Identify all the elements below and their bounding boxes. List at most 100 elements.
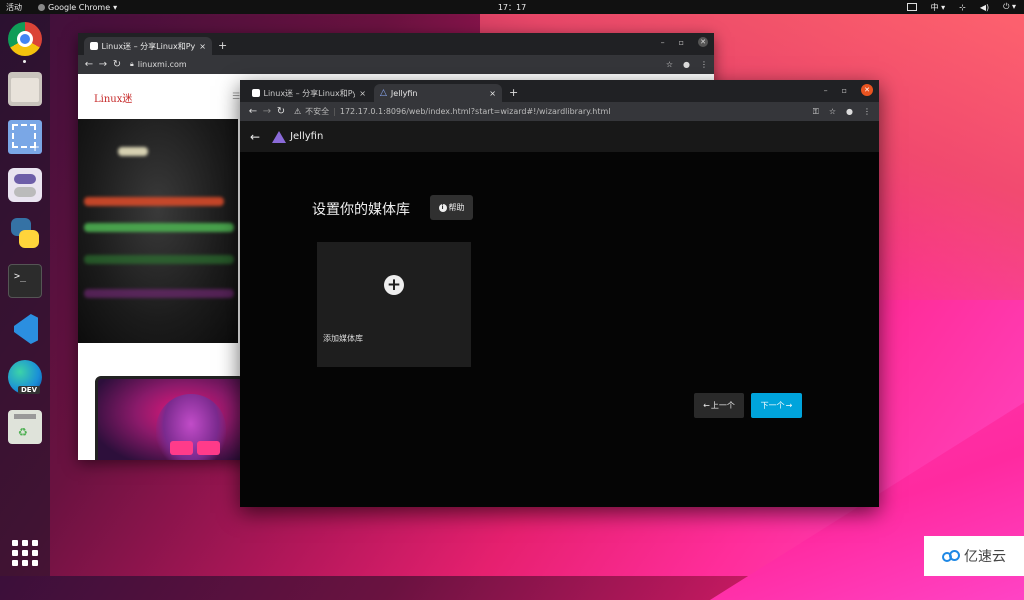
tab-strip: Linux迷 – 分享Linux和Pyt × △ Jellyfin × + – … xyxy=(240,80,879,102)
tab-label: Linux迷 – 分享Linux和Pyt xyxy=(101,41,196,51)
new-tab-button[interactable]: + xyxy=(218,39,227,52)
tab-label: Linux迷 – 分享Linux和Pyt xyxy=(263,88,356,98)
app-menu-label: Google Chrome xyxy=(48,2,111,12)
chrome-icon[interactable] xyxy=(8,22,42,56)
forward-arrow-icon[interactable]: → xyxy=(96,59,110,70)
menu-icon[interactable]: ⋮ xyxy=(700,60,708,69)
new-tab-button[interactable]: + xyxy=(509,86,518,99)
jellyfin-favicon-icon: △ xyxy=(380,88,387,98)
window-controls: – ▫ ✕ xyxy=(824,84,873,96)
activities-button[interactable]: 活动 xyxy=(6,2,22,13)
forward-arrow-icon[interactable]: → xyxy=(260,106,274,117)
back-arrow-icon[interactable]: ← xyxy=(250,130,260,144)
menu-icon[interactable]: ⋮ xyxy=(863,107,871,116)
app-menu[interactable]: Google Chrome ▾ xyxy=(38,3,117,12)
chrome-small-icon xyxy=(38,3,45,11)
bookmark-star-icon[interactable]: ☆ xyxy=(829,107,836,116)
tab-jellyfin[interactable]: △ Jellyfin × xyxy=(374,84,502,102)
tab-linuxmi[interactable]: Linux迷 – 分享Linux和Pyt × xyxy=(246,84,372,102)
add-icon: + xyxy=(384,275,404,295)
app-grid-icon[interactable] xyxy=(8,536,42,570)
previous-label: 上一个 xyxy=(710,401,735,410)
add-library-label: 添加媒体库 xyxy=(323,334,363,343)
next-label: 下一个 xyxy=(760,401,785,410)
back-arrow-icon[interactable]: ← xyxy=(82,59,96,70)
hamburger-icon[interactable]: ☰ xyxy=(232,92,240,102)
close-tab-icon[interactable]: × xyxy=(199,42,206,51)
address-bar[interactable]: linuxmi.com xyxy=(138,60,666,69)
watermark: 亿速云 xyxy=(924,536,1024,576)
browser-toolbar: ← → ↻ 🔒︎ linuxmi.com ☆ ● ⋮ xyxy=(78,55,714,74)
tab-label: Jellyfin xyxy=(390,88,418,98)
chevron-down-icon: ▾ xyxy=(113,2,118,12)
tab-linuxmi[interactable]: Linux迷 – 分享Linux和Pyt × xyxy=(84,37,212,55)
tab-strip: Linux迷 – 分享Linux和Pyt × + – ▫ ✕ xyxy=(78,33,714,55)
lock-icon: 🔒︎ xyxy=(130,60,134,68)
running-indicator xyxy=(23,60,26,63)
close-tab-icon[interactable]: × xyxy=(489,89,496,98)
next-button[interactable]: 下一个 → xyxy=(751,393,802,418)
jellyfin-brand[interactable]: Jellyfin xyxy=(290,131,323,142)
security-label[interactable]: 不安全 xyxy=(305,106,329,117)
close-icon[interactable]: ✕ xyxy=(861,84,873,96)
maximize-icon[interactable]: ▫ xyxy=(679,38,684,47)
terminal-icon[interactable]: >_ xyxy=(8,264,42,298)
clock[interactable]: 17：17 xyxy=(498,2,526,13)
favicon-icon xyxy=(252,89,260,97)
warning-icon: ⚠ xyxy=(294,107,302,116)
article-image xyxy=(95,376,245,460)
top-bar: 活动 Google Chrome ▾ 17：17 中 ▾ ⊹ ◀) ⏻ ▾ xyxy=(0,0,1024,14)
arrow-left-icon: ← xyxy=(703,401,710,410)
dock: + >_ DEV ♻ xyxy=(0,14,50,576)
close-icon[interactable]: ✕ xyxy=(698,37,708,47)
input-method[interactable]: 中 ▾ xyxy=(931,2,946,13)
watermark-text: 亿速云 xyxy=(964,549,1006,565)
network-icon[interactable]: ⊹ xyxy=(959,3,966,12)
previous-button[interactable]: ← 上一个 xyxy=(694,393,744,418)
maximize-icon[interactable]: ▫ xyxy=(842,86,847,95)
jellyfin-header: ← Jellyfin xyxy=(240,121,879,152)
reload-icon[interactable]: ↻ xyxy=(274,106,288,117)
url-text[interactable]: 172.17.0.1:8096/web/index.html?start=wiz… xyxy=(340,107,611,116)
python-icon[interactable] xyxy=(8,216,42,250)
minimize-icon[interactable]: – xyxy=(661,38,665,47)
browser-window-jellyfin[interactable]: Linux迷 – 分享Linux和Pyt × △ Jellyfin × + – … xyxy=(240,80,879,507)
minimize-icon[interactable]: – xyxy=(824,86,828,95)
page-title: 设置你的媒体库 xyxy=(312,202,410,218)
terminal-glyph: >_ xyxy=(14,271,27,282)
power-icon[interactable]: ⏻ ▾ xyxy=(1003,2,1016,12)
add-library-card[interactable]: + 添加媒体库 xyxy=(317,242,471,367)
files-icon[interactable] xyxy=(8,72,42,106)
vscode-icon[interactable] xyxy=(8,312,42,346)
dev-badge: DEV xyxy=(18,386,41,394)
window-icon[interactable] xyxy=(906,3,917,11)
wizard-body: 设置你的媒体库 i 帮助 + 添加媒体库 ← 上一个 下一个 → xyxy=(240,152,879,507)
hero-image xyxy=(78,119,238,343)
window-controls: – ▫ ✕ xyxy=(661,37,708,47)
help-button[interactable]: i 帮助 xyxy=(430,195,473,220)
trash-icon[interactable]: ♻ xyxy=(8,410,42,444)
bookmark-star-icon[interactable]: ☆ xyxy=(666,60,673,69)
separator: | xyxy=(333,107,336,116)
arrow-right-icon: → xyxy=(785,401,793,410)
favicon-icon xyxy=(90,42,98,50)
back-arrow-icon[interactable]: ← xyxy=(246,106,260,117)
edge-dev-icon[interactable]: DEV xyxy=(8,360,42,394)
cloud-logo-icon xyxy=(942,549,960,563)
address-bar[interactable]: ⚠ 不安全 | 172.17.0.1:8096/web/index.html?s… xyxy=(294,104,807,119)
jellyfin-logo-icon[interactable] xyxy=(272,130,287,143)
browser-toolbar: ← → ↻ ⚠ 不安全 | 172.17.0.1:8096/web/index.… xyxy=(240,102,879,121)
reload-icon[interactable]: ↻ xyxy=(110,59,124,70)
profile-icon[interactable]: ● xyxy=(846,107,853,116)
volume-icon[interactable]: ◀) xyxy=(980,3,989,12)
profile-icon[interactable]: ● xyxy=(683,60,690,69)
help-label: 帮助 xyxy=(448,203,465,212)
info-icon: i xyxy=(438,203,447,212)
close-tab-icon[interactable]: × xyxy=(359,89,366,98)
glasses xyxy=(170,441,220,455)
system-tray[interactable]: 中 ▾ ⊹ ◀) ⏻ ▾ xyxy=(906,2,1016,13)
key-icon[interactable]: ⚿ xyxy=(813,107,819,117)
site-logo[interactable]: Linux迷 xyxy=(94,90,132,105)
screenshot-icon[interactable]: + xyxy=(8,120,42,154)
settings-icon[interactable] xyxy=(8,168,42,202)
